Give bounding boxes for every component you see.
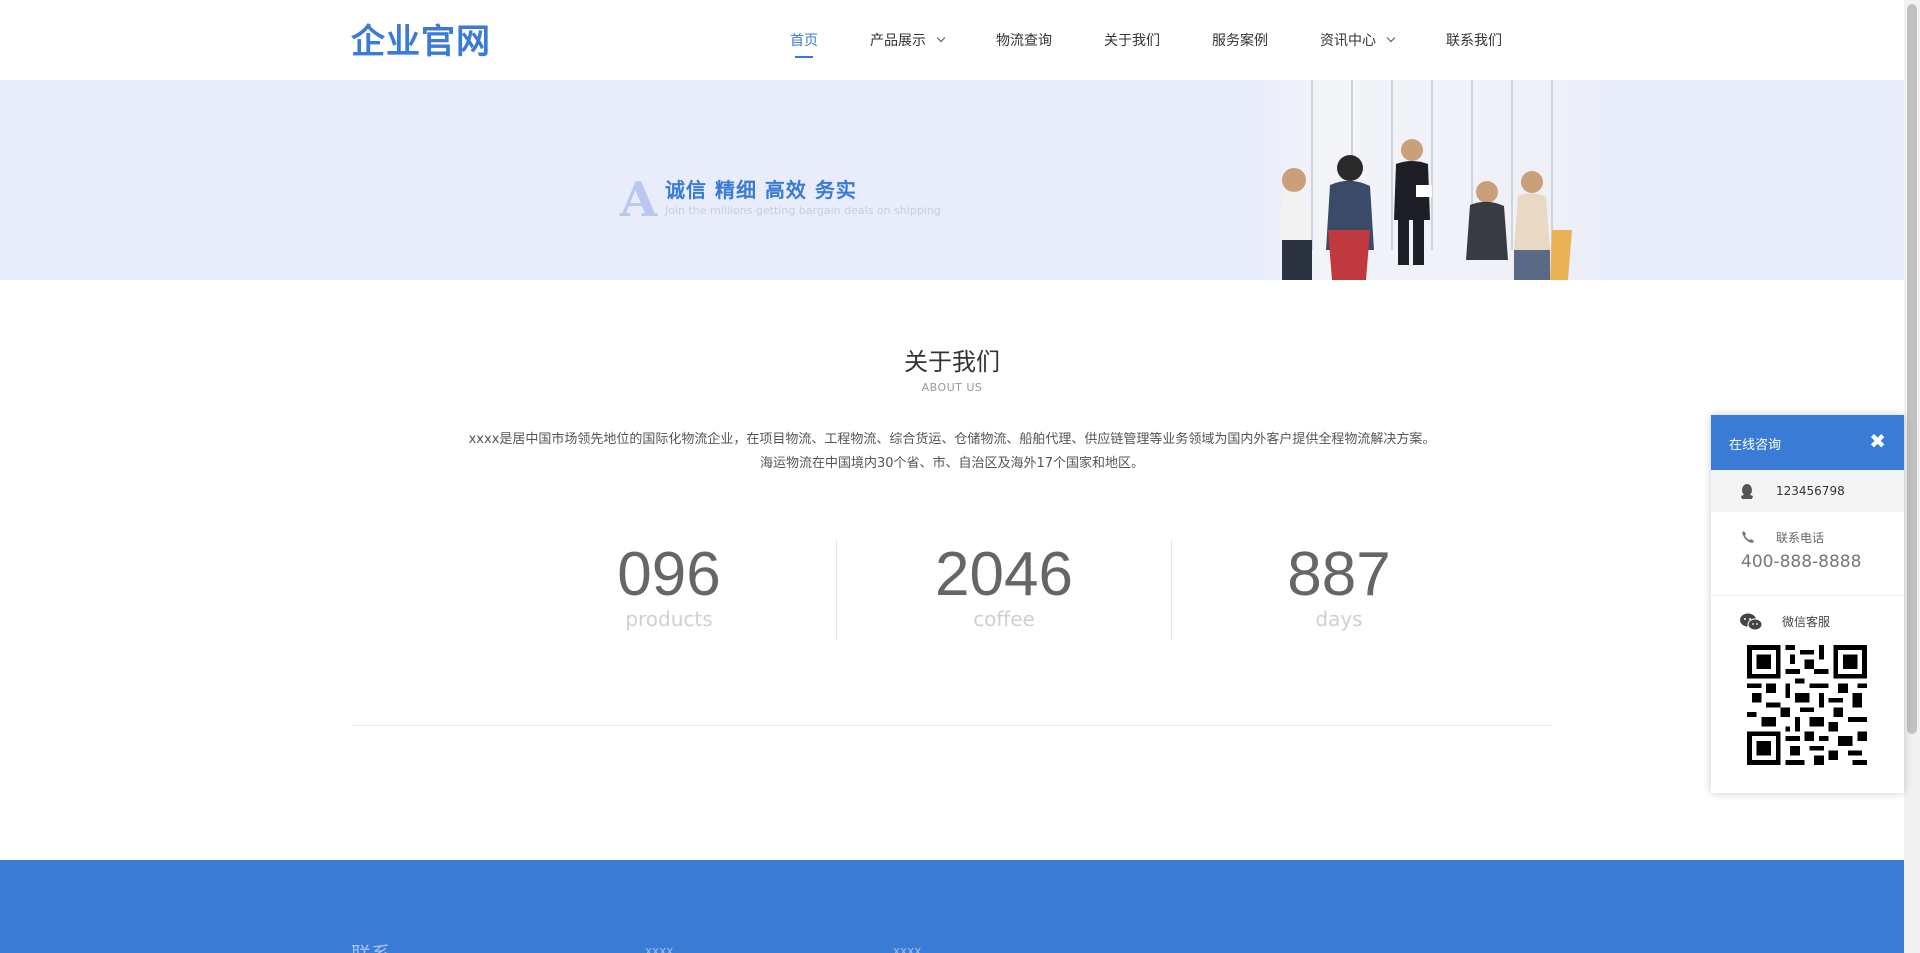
nav-item-tracking[interactable]: 物流查询 <box>996 0 1052 80</box>
footer-contact-heading: 联系 <box>351 938 391 953</box>
site-logo[interactable]: 企业官网 <box>351 14 491 63</box>
business-meeting-photo <box>1252 80 1612 280</box>
stat-value: 096 <box>617 540 721 609</box>
phone-label: 联系电话 <box>1776 531 1825 545</box>
phone-icon <box>1742 531 1754 543</box>
about-desc-line: xxxx是居中国市场领先地位的国际化物流企业，在项目物流、工程物流、综合货运、仓… <box>468 432 1436 447</box>
wechat-label: 微信客服 <box>1782 615 1831 629</box>
stat-products: 096 products <box>502 540 836 640</box>
qq-number: 123456798 <box>1776 484 1845 498</box>
scrollbar-thumb[interactable] <box>1907 4 1917 734</box>
stat-coffee: 2046 coffee <box>836 540 1171 640</box>
stat-days: 887 days <box>1171 540 1506 640</box>
stat-label: days <box>1315 607 1363 631</box>
footer-text: xxxx <box>893 944 922 953</box>
wechat-qr-code <box>1747 645 1867 765</box>
nav-item-products[interactable]: 产品展示 <box>870 0 946 80</box>
nav-item-home[interactable]: 首页 <box>790 0 818 80</box>
section-divider <box>351 725 1553 726</box>
online-consult-panel: 在线咨询 ✖ 123456798 联系电话 400-888-8888 微信客服 <box>1711 415 1904 793</box>
site-header: 企业官网 首页 产品展示 物流查询 关于我们 服务案例 资讯中心 联系我们 <box>0 0 1904 80</box>
footer-text: xxxx <box>645 944 674 953</box>
qq-icon <box>1741 484 1753 499</box>
wechat-icon <box>1740 613 1762 631</box>
nav-item-contact[interactable]: 联系我们 <box>1446 0 1502 80</box>
consult-panel-title: 在线咨询 <box>1729 438 1782 453</box>
hero-banner: A 诚信 精细 高效 务实 Join the millions getting … <box>0 80 1904 280</box>
site-footer: 联系 xxxx xxxx <box>0 860 1904 953</box>
qq-contact[interactable]: 123456798 <box>1711 470 1904 512</box>
stat-label: coffee <box>973 607 1035 631</box>
consult-panel-header: 在线咨询 ✖ <box>1711 415 1904 470</box>
phone-contact: 联系电话 400-888-8888 <box>1711 512 1904 596</box>
phone-number[interactable]: 400-888-8888 <box>1741 552 1861 572</box>
close-icon[interactable]: ✖ <box>1869 431 1886 451</box>
banner-title: 诚信 精细 高效 务实 <box>665 178 857 202</box>
about-title: 关于我们 <box>904 348 1000 376</box>
main-nav: 首页 产品展示 物流查询 关于我们 服务案例 资讯中心 联系我们 <box>790 0 1554 80</box>
chevron-down-icon <box>1386 33 1396 43</box>
nav-item-cases[interactable]: 服务案例 <box>1212 0 1268 80</box>
stat-value: 2046 <box>935 540 1073 609</box>
stat-label: products <box>625 607 713 631</box>
about-subtitle: ABOUT US <box>921 381 983 394</box>
wechat-contact: 微信客服 <box>1711 596 1904 793</box>
about-desc-line: 海运物流在中国境内30个省、市、自治区及海外17个国家和地区。 <box>759 456 1145 471</box>
banner-subtitle: Join the millions getting bargain deals … <box>665 204 941 217</box>
banner-letter: A <box>620 172 658 228</box>
nav-item-news[interactable]: 资讯中心 <box>1320 0 1396 80</box>
page-scrollbar[interactable] <box>1904 0 1920 953</box>
about-description: xxxx是居中国市场领先地位的国际化物流企业，在项目物流、工程物流、综合货运、仓… <box>0 428 1904 476</box>
chevron-down-icon <box>936 33 946 43</box>
stats-row: 096 products 2046 coffee 887 days <box>502 540 1506 640</box>
nav-item-about[interactable]: 关于我们 <box>1104 0 1160 80</box>
stat-value: 887 <box>1287 540 1391 609</box>
